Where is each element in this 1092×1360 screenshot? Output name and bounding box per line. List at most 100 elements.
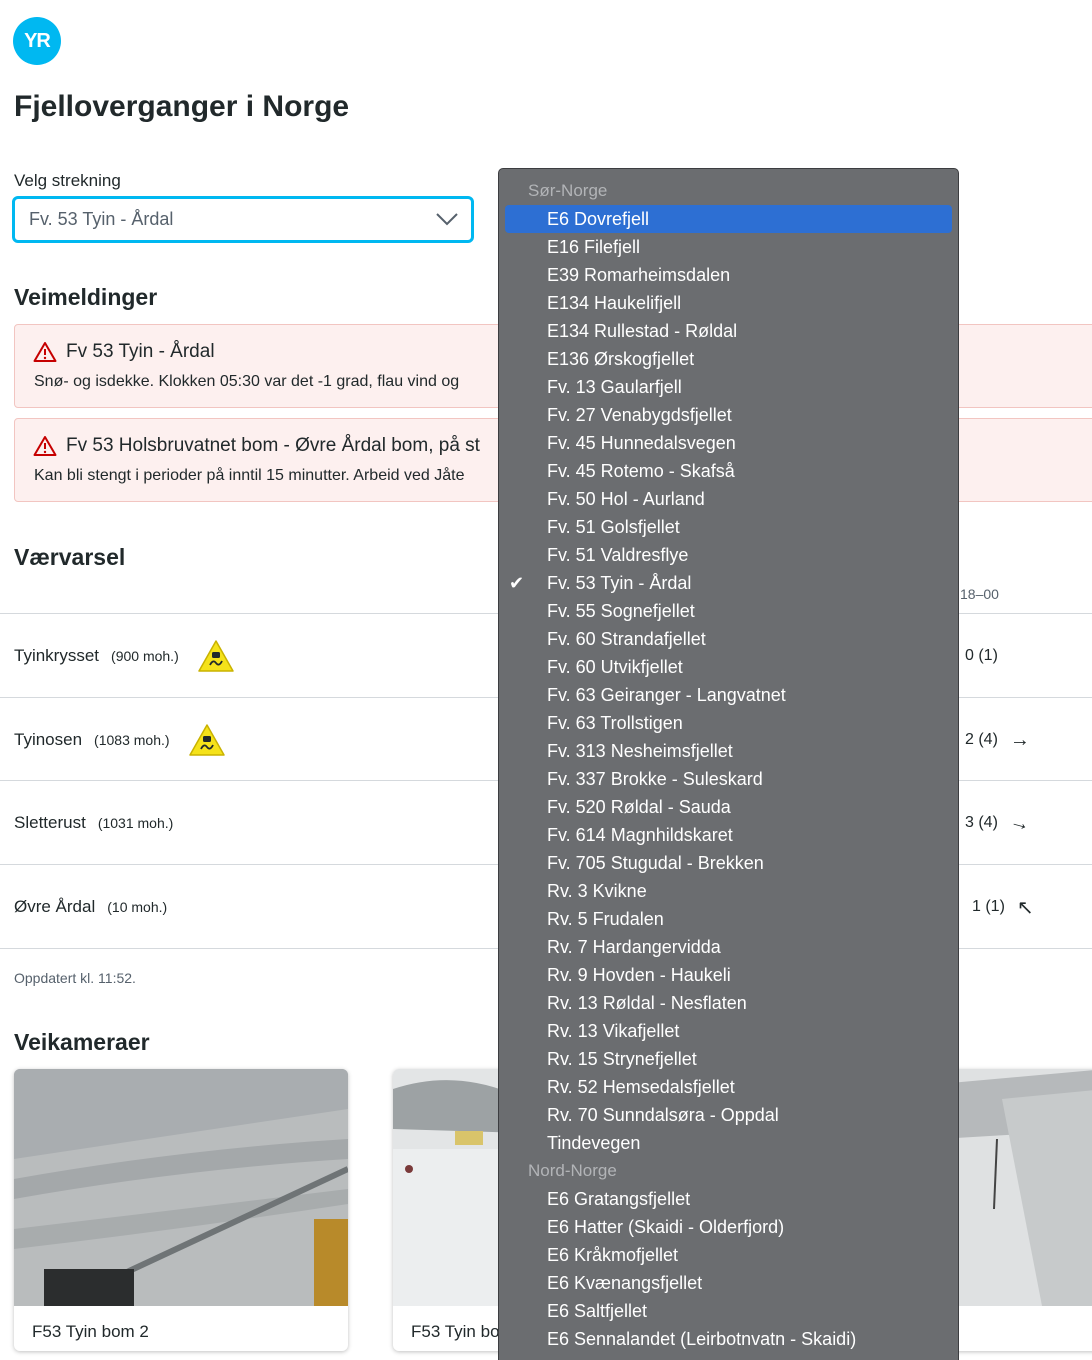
dropdown-option-label: Rv. 13 Røldal - Nesflaten [547,993,747,1013]
dropdown-option-label: Fv. 13 Gaularfjell [547,377,682,397]
dropdown-option[interactable]: Rv. 70 Sunndalsøra - Oppdal [499,1101,958,1129]
camera-label: F53 Tyin bom 2 [32,1322,149,1341]
dropdown-option-label: E6 Gratangsfjellet [547,1189,691,1209]
dropdown-option[interactable]: Fv. 45 Hunnedalsvegen [499,429,958,457]
dropdown-option-label: Rv. 52 Hemsedalsfjellet [547,1077,735,1097]
dropdown-option-label: Fv. 614 Magnhildskaret [547,825,733,845]
dropdown-option-label: E6 Hatter (Skaidi - Olderfjord) [547,1217,785,1237]
dropdown-option[interactable]: Fv. 55 Sognefjellet [499,597,958,625]
dropdown-option-label: Fv. 45 Hunnedalsvegen [547,433,736,453]
dropdown-option-label: Rv. 70 Sunndalsøra - Oppdal [547,1105,779,1125]
dropdown-option[interactable]: E134 Haukelifjell [499,289,958,317]
dropdown-option[interactable]: Fv. 51 Golsfjellet [499,513,958,541]
dropdown-option[interactable]: Fv. 27 Venabygdsfjellet [499,401,958,429]
dropdown-option[interactable]: Fv. 60 Strandafjellet [499,625,958,653]
dropdown-option[interactable]: E6 Hatter (Skaidi - Olderfjord) [499,1213,958,1241]
dropdown-option[interactable]: E39 Romarheimsdalen [499,261,958,289]
location-name: Sletterust [14,813,86,832]
road-message-title: Fv 53 Tyin - Årdal [66,341,215,362]
location-altitude: (10 moh.) [107,899,168,915]
forecast-column-header: 18–00 [960,586,999,602]
dropdown-option-label: Fv. 705 Stugudal - Brekken [547,853,764,873]
dropdown-option[interactable]: Fv. 520 Røldal - Sauda [499,793,958,821]
dropdown-option-label: Fv. 63 Geiranger - Langvatnet [547,685,786,705]
wind-value: 3 (4) → [965,809,1033,836]
dropdown-option[interactable]: E16 Filefjell [499,233,958,261]
location-altitude: (1083 moh.) [94,732,170,748]
dropdown-option[interactable]: Fv. 45 Rotemo - Skafså [499,457,958,485]
dropdown-option-label: E134 Haukelifjell [547,293,682,313]
dropdown-option-label: E6 Dovrefjell [547,209,650,229]
dropdown-option[interactable]: Fv. 51 Valdresflye [499,541,958,569]
select-label: Velg strekning [14,171,121,190]
dropdown-option-label: Fv. 60 Strandafjellet [547,629,706,649]
dropdown-option-label: E6 Kråkmofjellet [547,1245,679,1265]
dropdown-option[interactable]: E6 Kvænangsfjellet [499,1269,958,1297]
dropdown-option[interactable]: Fv. 60 Utvikfjellet [499,653,958,681]
dropdown-option[interactable]: Rv. 7 Hardangervidda [499,933,958,961]
dropdown-option[interactable]: Rv. 52 Hemsedalsfjellet [499,1073,958,1101]
dropdown-option[interactable]: Fv. 13 Gaularfjell [499,373,958,401]
cameras-title: Veikameraer [14,1029,150,1055]
dropdown-option-label: E6 Kvænangsfjellet [547,1273,703,1293]
dropdown-option[interactable]: E134 Rullestad - Røldal [499,317,958,345]
dropdown-option[interactable]: Rv. 9 Hovden - Haukeli [499,961,958,989]
dropdown-option-label: E39 Romarheimsdalen [547,265,731,285]
dropdown-option[interactable]: Fv. 705 Stugudal - Brekken [499,849,958,877]
camera-label: F53 Tyin bo [411,1322,500,1341]
dropdown-option[interactable]: E6 Saltfjellet [499,1297,958,1325]
dropdown-option[interactable]: Rv. 5 Frudalen [499,905,958,933]
page-title: Fjelloverganger i Norge [14,90,350,123]
route-select[interactable]: Fv. 53 Tyin - Årdal [12,196,474,243]
dropdown-option[interactable]: ✔ Fv. 53 Tyin - Årdal [499,569,958,597]
road-message-title: Fv 53 Holsbruvatnet bom - Øvre Årdal bom… [66,435,480,456]
yr-logo[interactable]: YR [13,17,61,65]
forecast-title: Værvarsel [14,544,126,570]
dropdown-option-label: Fv. 50 Hol - Aurland [547,489,705,509]
dropdown-option[interactable]: Fv. 337 Brokke - Suleskard [499,765,958,793]
dropdown-option[interactable]: Rv. 13 Vikafjellet [499,1017,958,1045]
dropdown-option-label: Fv. 60 Utvikfjellet [547,657,683,677]
dropdown-option-label: Fv. 53 Tyin - Årdal [547,573,692,593]
camera-card[interactable]: F53 Tyin bom 2 [14,1069,348,1351]
dropdown-option-label: E16 Filefjell [547,237,641,257]
wind-value: 0 (1) [965,647,998,664]
dropdown-option[interactable]: Fv. 313 Nesheimsfjellet [499,737,958,765]
dropdown-option[interactable]: E6 Sennalandet (Leirbotnvatn - Skaidi) [499,1325,958,1353]
wind-value: 2 (4) → [965,728,1030,751]
slippery-road-warning-icon [197,640,234,672]
dropdown-option[interactable]: Fv. 614 Magnhildskaret [499,821,958,849]
location-name: Tyinosen [14,730,83,749]
chevron-down-icon [436,213,458,226]
route-dropdown-menu[interactable]: Sør-Norge E6 Dovrefjell E16 Filefjell E39 R… [498,168,959,1360]
route-select-value: Fv. 53 Tyin - Årdal [29,209,174,229]
dropdown-option-label: Fv. 337 Brokke - Suleskard [547,769,763,789]
dropdown-option-label: Rv. 9 Hovden - Haukeli [547,965,731,985]
dropdown-option-label: Fv. 520 Røldal - Sauda [547,797,731,817]
dropdown-option[interactable]: Tindevegen [499,1129,958,1157]
dropdown-option[interactable]: E6 Gratangsfjellet [499,1185,958,1213]
dropdown-option[interactable]: Fv. 63 Trollstigen [499,709,958,737]
dropdown-option[interactable]: Fv. 50 Hol - Aurland [499,485,958,513]
dropdown-option-label: Tindevegen [547,1133,641,1153]
dropdown-option-label: Rv. 3 Kvikne [547,881,647,901]
location-altitude: (900 moh.) [111,648,179,664]
dropdown-option-label: Fv. 51 Valdresflye [547,545,689,565]
dropdown-option-label: Rv. 7 Hardangervidda [547,937,721,957]
dropdown-option[interactable]: Rv. 3 Kvikne [499,877,958,905]
dropdown-option[interactable]: Rv. 13 Røldal - Nesflaten [499,989,958,1017]
dropdown-option[interactable]: E136 Ørskogfjellet [499,345,958,373]
dropdown-group-header: Nord-Norge [528,1161,617,1180]
road-messages-title: Veimeldinger [14,284,158,310]
checkmark-icon: ✔ [509,573,525,593]
dropdown-option-label: Rv. 15 Strynefjellet [547,1049,697,1069]
location-name: Tyinkrysset [14,646,100,665]
warning-triangle-icon [33,436,57,456]
dropdown-option[interactable]: E6 Dovrefjell [505,205,952,233]
dropdown-option-label: E6 Saltfjellet [547,1301,648,1321]
dropdown-option[interactable]: E6 Kråkmofjellet [499,1241,958,1269]
dropdown-option[interactable]: Rv. 15 Strynefjellet [499,1045,958,1073]
dropdown-option-label: Rv. 13 Vikafjellet [547,1021,680,1041]
dropdown-option[interactable]: Fv. 63 Geiranger - Langvatnet [499,681,958,709]
camera-image [14,1069,348,1309]
